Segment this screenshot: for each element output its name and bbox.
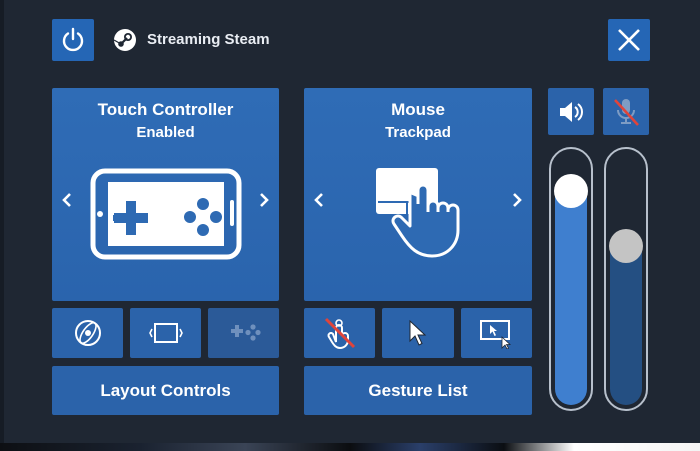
close-icon <box>618 29 640 51</box>
speaker-volume-fill <box>555 191 587 405</box>
touch-disabled-button[interactable] <box>304 308 375 358</box>
speaker-volume-slider[interactable] <box>549 147 593 411</box>
touch-disabled-icon <box>324 317 355 350</box>
gesture-list-label: Gesture List <box>368 380 468 400</box>
mic-muted-icon <box>614 98 639 126</box>
screen-fit-icon <box>148 323 183 343</box>
chevron-left-icon[interactable] <box>60 191 74 209</box>
gyro-button[interactable] <box>52 308 123 358</box>
mouse-card[interactable]: Mouse Trackpad <box>304 88 532 301</box>
cursor-screen-button[interactable] <box>461 308 532 358</box>
mic-volume-fill <box>610 246 642 405</box>
cursor-screen-icon <box>479 320 511 349</box>
left-edge <box>0 0 4 443</box>
power-icon <box>62 27 84 52</box>
mouse-mode: Trackpad <box>385 124 451 141</box>
screen-fit-button[interactable] <box>130 308 201 358</box>
mic-volume-knob[interactable] <box>609 229 643 263</box>
steam-logo-icon <box>113 29 136 51</box>
power-button[interactable] <box>52 19 94 61</box>
gamepad-tablet-icon <box>90 168 242 260</box>
chevron-right-icon[interactable] <box>257 191 271 209</box>
speaker-icon <box>560 101 583 122</box>
trackpad-hand-icon <box>376 168 460 258</box>
touch-controller-status: Enabled <box>136 124 195 141</box>
touch-controller-title: Touch Controller <box>97 100 234 119</box>
touch-controller-card[interactable]: Touch Controller Enabled <box>52 88 279 301</box>
layout-controls-button[interactable]: Layout Controls <box>52 366 279 415</box>
speaker-volume-knob[interactable] <box>554 174 588 208</box>
gamepad-dim-icon <box>230 324 261 341</box>
close-button[interactable] <box>608 19 650 61</box>
gamepad-dim-button[interactable] <box>208 308 279 358</box>
speaker-button[interactable] <box>548 88 594 135</box>
taskbar-strip <box>0 443 700 451</box>
mic-mute-button[interactable] <box>603 88 649 135</box>
stream-title: Streaming Steam <box>147 31 270 48</box>
cursor-button[interactable] <box>382 308 454 358</box>
layout-controls-label: Layout Controls <box>100 380 231 400</box>
cursor-icon <box>409 319 427 346</box>
chevron-left-icon[interactable] <box>312 191 326 209</box>
chevron-right-icon[interactable] <box>510 191 524 209</box>
gesture-list-button[interactable]: Gesture List <box>304 366 532 415</box>
gyro-icon <box>74 320 101 346</box>
mouse-title: Mouse <box>391 100 445 119</box>
mic-volume-slider[interactable] <box>604 147 648 411</box>
